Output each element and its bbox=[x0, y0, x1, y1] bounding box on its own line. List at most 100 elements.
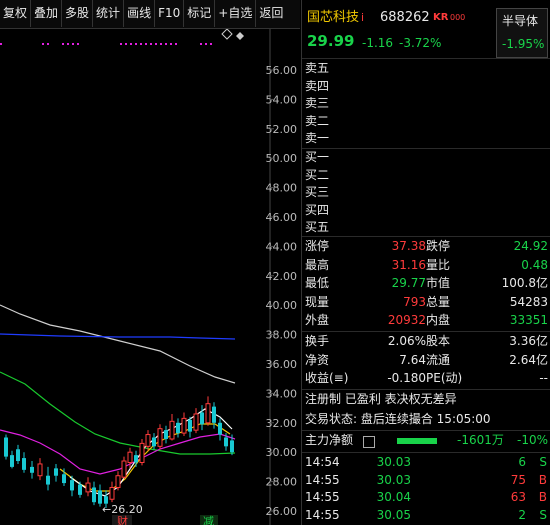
chart-expand-icon[interactable] bbox=[236, 32, 244, 40]
tick-price: 30.03 bbox=[376, 455, 411, 469]
candle bbox=[46, 466, 50, 491]
toolbar-overlay-button[interactable]: 叠加 bbox=[31, 0, 63, 27]
price-change-pct: -3.72% bbox=[399, 36, 442, 50]
stock-tags: 注册制 已盈利 表决权无差异 bbox=[305, 392, 457, 406]
fund-value: 2.06% bbox=[387, 334, 426, 348]
toolbar-multi-stock-button[interactable]: 多股 bbox=[62, 0, 94, 27]
tick-volume: 75 bbox=[510, 472, 526, 487]
buy-level-4[interactable]: 买四 bbox=[305, 202, 329, 219]
candle bbox=[181, 412, 187, 437]
marker-jian[interactable]: 减 bbox=[203, 515, 214, 525]
toolbar-f10-button[interactable]: F10 bbox=[155, 0, 185, 27]
net-flow-detail-icon[interactable] bbox=[363, 436, 375, 448]
fund-label: 净资 bbox=[305, 352, 330, 367]
buy-level-2[interactable]: 买二 bbox=[305, 167, 329, 184]
ma10-line bbox=[59, 423, 231, 492]
candle bbox=[85, 477, 91, 497]
ma20-line bbox=[0, 429, 236, 475]
buy-level-1[interactable]: 买一 bbox=[305, 149, 329, 166]
stock-name[interactable]: 国芯科技 bbox=[307, 9, 359, 26]
stat-label: 最高 bbox=[305, 257, 330, 272]
buy-level-5[interactable]: 买五 bbox=[305, 219, 329, 236]
ma120-line bbox=[0, 304, 236, 384]
candle bbox=[16, 444, 20, 464]
sell-level-5[interactable]: 卖五 bbox=[305, 60, 329, 77]
stock-code: 688262 bbox=[380, 10, 430, 25]
stat-label: 内盘 bbox=[426, 313, 451, 327]
stat-value: 33351 bbox=[509, 313, 548, 327]
stat-value: 793 bbox=[403, 294, 426, 309]
tick-price: 30.04 bbox=[376, 490, 411, 504]
candle bbox=[10, 450, 14, 469]
fund-value: -0.180 bbox=[387, 371, 426, 385]
tick-time: 14:55 bbox=[305, 507, 340, 522]
toolbar-add-watchlist-button[interactable]: +自选 bbox=[215, 0, 257, 27]
toolbar-draw-line-button[interactable]: 画线 bbox=[124, 0, 156, 27]
tick-time: 14:54 bbox=[305, 455, 340, 469]
fund-label: 收益(≡) bbox=[305, 371, 349, 385]
net-flow-bar bbox=[397, 438, 437, 444]
candlestick-chart[interactable]: 56.0054.0052.0050.0048.0046.0044.0042.00… bbox=[0, 29, 300, 525]
sell-level-1[interactable]: 卖一 bbox=[305, 130, 329, 147]
kr-tag: KR bbox=[433, 12, 449, 23]
candle bbox=[164, 425, 168, 444]
sector-name: 半导体 bbox=[502, 14, 539, 28]
fund-value: 2.64亿 bbox=[509, 352, 548, 367]
fund-value: -- bbox=[539, 371, 548, 385]
candle bbox=[92, 481, 96, 506]
stat-value: 100.8亿 bbox=[501, 276, 548, 290]
stat-label: 最低 bbox=[305, 276, 330, 290]
tick-time: 14:55 bbox=[305, 472, 340, 487]
stat-label: 跌停 bbox=[426, 239, 451, 253]
stat-label: 市值 bbox=[426, 276, 451, 290]
candle bbox=[109, 481, 115, 503]
stat-label: 总量 bbox=[426, 294, 451, 309]
candle bbox=[30, 461, 34, 479]
chart-toolbar: 复权 叠加 多股 统计 画线 F10 标记 +自选 返回 bbox=[0, 0, 300, 29]
sector-change: -1.95% bbox=[502, 37, 545, 51]
toolbar-back-button[interactable]: 返回 bbox=[256, 0, 286, 27]
tick-volume: 6 bbox=[518, 455, 526, 469]
net-flow-value: -1601万 bbox=[457, 433, 504, 447]
info-icon[interactable]: i bbox=[361, 9, 364, 26]
net-flow-pct: -10% bbox=[517, 433, 549, 447]
sell-level-4[interactable]: 卖四 bbox=[305, 78, 329, 95]
candle bbox=[115, 471, 121, 491]
candle bbox=[37, 458, 43, 481]
current-price: 29.99 bbox=[307, 32, 355, 50]
tick-volume: 63 bbox=[510, 490, 526, 504]
trading-status: 交易状态: 盘后连续撮合 15:05:00 bbox=[305, 412, 491, 426]
candle bbox=[22, 452, 26, 473]
marker-cai[interactable]: 财 bbox=[117, 514, 128, 525]
stat-value: 29.77 bbox=[391, 276, 426, 290]
toolbar-statistics-button[interactable]: 统计 bbox=[93, 0, 125, 27]
net-flow-label: 主力净额 bbox=[305, 433, 354, 447]
stat-value: 20932 bbox=[387, 313, 426, 327]
stat-value: 0.48 bbox=[521, 257, 548, 272]
sell-level-3[interactable]: 卖三 bbox=[305, 95, 329, 112]
candle bbox=[4, 434, 8, 460]
candle bbox=[193, 408, 199, 434]
tick-price: 30.05 bbox=[376, 507, 411, 522]
candle bbox=[54, 463, 58, 482]
candle bbox=[121, 456, 127, 479]
fund-label: 流通 bbox=[426, 352, 451, 367]
chart-diamond-icon[interactable] bbox=[221, 29, 233, 40]
stat-value: 31.16 bbox=[391, 257, 426, 272]
candle bbox=[134, 450, 138, 467]
price-change: -1.16 bbox=[362, 36, 394, 50]
stat-value: 54283 bbox=[509, 294, 548, 309]
candle bbox=[218, 418, 222, 441]
candle bbox=[176, 418, 180, 438]
stat-label: 涨停 bbox=[305, 239, 330, 253]
sector-badge[interactable]: 半导体 -1.95% bbox=[496, 8, 548, 58]
toolbar-mark-button[interactable]: 标记 bbox=[184, 0, 216, 27]
kr-number: 000 bbox=[450, 13, 466, 22]
sell-level-2[interactable]: 卖二 bbox=[305, 113, 329, 130]
tick-direction: S bbox=[539, 455, 547, 469]
ma250-line bbox=[0, 333, 236, 340]
fund-label: 换手 bbox=[305, 334, 330, 348]
buy-level-3[interactable]: 买三 bbox=[305, 184, 329, 201]
toolbar-fuquan-button[interactable]: 复权 bbox=[0, 0, 32, 27]
candle bbox=[145, 430, 151, 451]
